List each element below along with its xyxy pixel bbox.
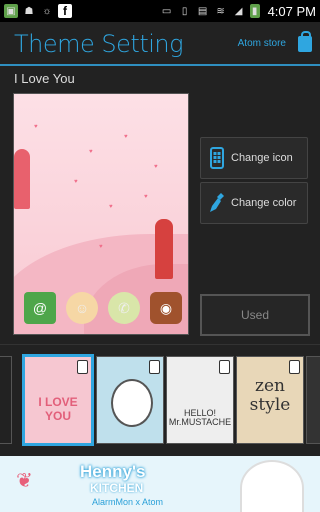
- camera-icon: ◉: [150, 292, 182, 324]
- atom-store-link[interactable]: Atom store: [238, 38, 286, 49]
- heart-decoration: ♥: [74, 179, 78, 185]
- thumbnail-mustache[interactable]: HELLO! Mr.MUSTACHE: [166, 356, 234, 444]
- battery-icon: ▮: [249, 4, 260, 18]
- thumbnail-partial-left[interactable]: [0, 356, 12, 444]
- installed-badge-icon: [77, 360, 88, 374]
- ad-subtitle: KITCHEN: [90, 481, 144, 495]
- thumbnail-label: zen style: [249, 376, 291, 415]
- heart-decoration: ♥: [144, 194, 148, 200]
- phone-icon: ✆: [108, 292, 140, 324]
- ad-banner[interactable]: ❦ Henny's KITCHEN AlarmMon x Atom: [0, 456, 320, 512]
- status-bar: ▣ ☗ ☼ f ▭ ▯ ▤ ≋ ◢ ▮ 4:07 PM: [0, 0, 320, 22]
- app-header: Theme Setting Atom store: [0, 22, 320, 66]
- change-icon-button[interactable]: Change icon: [200, 137, 308, 179]
- status-left: ▣ ☗ ☼ f: [0, 4, 76, 18]
- sim-icon: ▣: [4, 4, 18, 18]
- shopping-bag-icon[interactable]: [298, 31, 312, 52]
- couple-figure-right: [155, 219, 173, 279]
- fruit-icon: ❦: [16, 470, 33, 492]
- ad-footer: AlarmMon x Atom: [92, 497, 164, 507]
- vibrate-icon: ▯: [181, 5, 188, 17]
- facebook-icon: f: [58, 4, 72, 18]
- section-divider: [0, 344, 320, 345]
- installed-badge-icon: [289, 360, 300, 374]
- change-color-label: Change color: [231, 197, 297, 209]
- change-color-button[interactable]: Change color: [200, 182, 308, 224]
- chef-chick-art: [111, 379, 153, 427]
- header-divider: [0, 64, 320, 66]
- heart-decoration: ♥: [124, 134, 128, 140]
- installed-badge-icon: [149, 360, 160, 374]
- contacts-icon: ☺: [66, 292, 98, 324]
- heart-decoration: ♥: [89, 149, 93, 155]
- ad-title: Henny's: [80, 462, 146, 481]
- installed-badge-icon: [219, 360, 230, 374]
- couple-figure-left: [14, 149, 30, 209]
- status-right: ▭ ▯ ▤ ≋ ◢ ▮ 4:07 PM: [156, 4, 320, 19]
- heart-decoration: ♥: [34, 124, 38, 130]
- signal-icon: ◢: [234, 5, 243, 17]
- page-title: Theme Setting: [14, 30, 184, 58]
- theme-preview: ♥ ♥ ♥ ♥ ♥ ♥ ♥ ♥ @ ☺ ✆ ◉: [13, 93, 189, 335]
- chick-mascot-icon: [240, 460, 304, 512]
- weather-icon: ☼: [42, 5, 52, 17]
- preview-dock: @ ☺ ✆ ◉: [24, 292, 182, 324]
- thumbnail-label: HELLO! Mr.MUSTACHE: [168, 408, 232, 427]
- used-button[interactable]: Used: [200, 294, 310, 336]
- thumbnail-zen[interactable]: zen style: [236, 356, 304, 444]
- phone-grid-icon: [209, 147, 225, 169]
- thumbnail-chef[interactable]: [96, 356, 164, 444]
- thumbnail-partial-right[interactable]: [306, 356, 320, 444]
- theme-name: I Love You: [14, 71, 75, 86]
- network-icon: ▤: [197, 5, 208, 17]
- theme-thumbnail-strip[interactable]: I LOVE YOU HELLO! Mr.MUSTACHE zen style: [0, 352, 320, 446]
- android-icon: ☗: [24, 5, 34, 17]
- heart-decoration: ♥: [154, 164, 158, 170]
- photo-icon: ▭: [161, 5, 172, 17]
- heart-decoration: ♥: [99, 244, 103, 250]
- clock: 4:07 PM: [267, 3, 316, 19]
- thumbnail-label: I LOVE YOU: [38, 395, 78, 423]
- eyedropper-icon: [209, 192, 225, 214]
- heart-decoration: ♥: [109, 204, 113, 210]
- wifi-icon: ≋: [216, 5, 225, 17]
- thumbnail-love[interactable]: I LOVE YOU: [22, 354, 94, 446]
- message-icon: @: [24, 292, 56, 324]
- change-icon-label: Change icon: [231, 152, 293, 164]
